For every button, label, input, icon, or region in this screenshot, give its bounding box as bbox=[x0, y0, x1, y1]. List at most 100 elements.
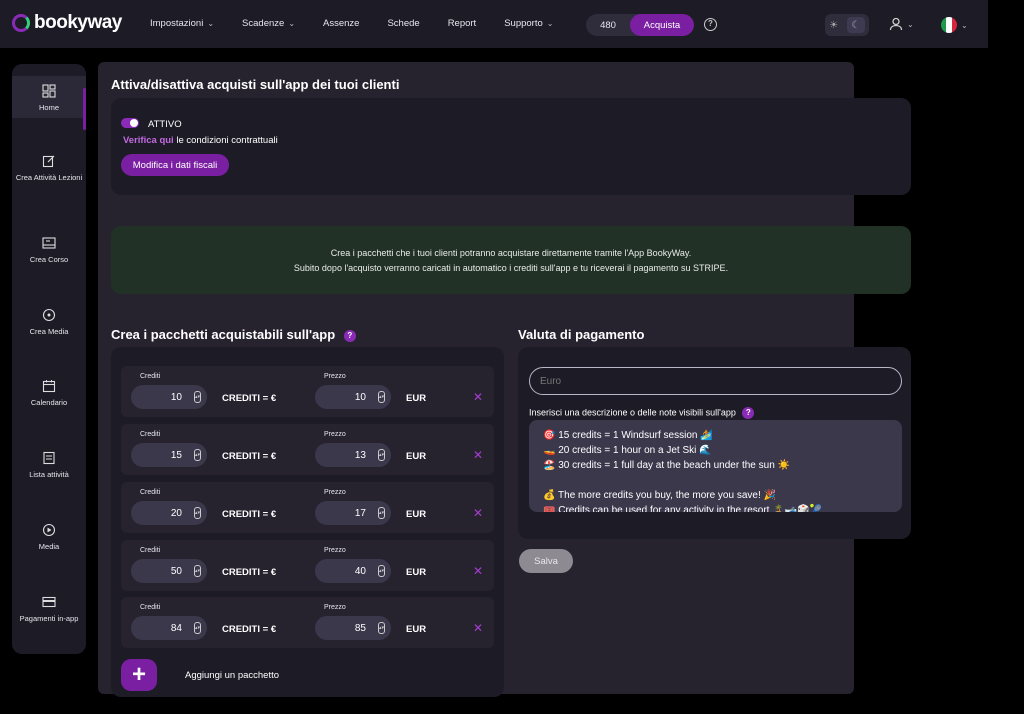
nav-label: Report bbox=[447, 18, 477, 29]
stepper-arrows-icon[interactable]: ▴▾ bbox=[194, 507, 201, 519]
purchase-toggle[interactable] bbox=[121, 118, 139, 128]
verify-link[interactable]: Verifica qui bbox=[123, 135, 174, 146]
credits-stepper[interactable]: 20 ▴▾ bbox=[131, 501, 207, 525]
credits-label: Crediti bbox=[140, 604, 161, 611]
chevron-down-icon: ⌄ bbox=[207, 19, 215, 28]
help-icon[interactable]: ? bbox=[742, 407, 755, 419]
stepper-arrows-icon[interactable]: ▴▾ bbox=[194, 449, 201, 461]
credits-unit: CREDITI = € bbox=[222, 509, 277, 520]
nav-item-scadenze[interactable]: Scadenze ⌄ bbox=[242, 18, 295, 29]
packages-title-text: Crea i pacchetti acquistabili sull'app bbox=[111, 327, 336, 342]
description-line bbox=[543, 473, 888, 488]
delete-package-icon[interactable]: ✕ bbox=[473, 448, 483, 462]
stepper-arrows-icon[interactable]: ▴▾ bbox=[194, 622, 201, 634]
credits-value: 20 bbox=[170, 507, 182, 519]
chevron-down-icon: ⌄ bbox=[546, 19, 554, 28]
credits-label: Crediti bbox=[140, 373, 161, 380]
sidebar: Home Crea Attività Lezioni Crea Corso Cr… bbox=[12, 64, 86, 654]
nav-item-report[interactable]: Report bbox=[448, 18, 477, 29]
sidebar-item-media[interactable]: Media bbox=[12, 523, 86, 552]
chevron-down-icon: ⌄ bbox=[288, 19, 296, 28]
stepper-arrows-icon[interactable]: ▴▾ bbox=[194, 391, 201, 403]
price-label: Prezzo bbox=[324, 547, 346, 554]
play-circle-icon bbox=[42, 523, 56, 537]
package-row: Crediti 50 ▴▾ CREDITI = € Prezzo 40 ▴▾ EUR ✕ bbox=[121, 540, 494, 591]
package-row: Crediti 15 ▴▾ CREDITI = € Prezzo 13 ▴▾ EUR ✕ bbox=[121, 424, 494, 475]
price-stepper[interactable]: 85 ▴▾ bbox=[315, 616, 391, 640]
description-label-text: Inserisci una descrizione o delle note v… bbox=[529, 407, 736, 418]
stepper-arrows-icon[interactable]: ▴▾ bbox=[194, 565, 201, 577]
info-banner: Crea i pacchetti che i tuoi clienti potr… bbox=[111, 226, 911, 294]
help-icon[interactable]: ? bbox=[704, 18, 717, 31]
credits-stepper[interactable]: 50 ▴▾ bbox=[131, 559, 207, 583]
stepper-arrows-icon[interactable]: ▴▾ bbox=[378, 507, 385, 519]
stepper-arrows-icon[interactable]: ▴▾ bbox=[378, 449, 385, 461]
delete-package-icon[interactable]: ✕ bbox=[473, 564, 483, 578]
sidebar-item-label: Home bbox=[38, 103, 59, 112]
add-package-button[interactable]: + bbox=[121, 659, 157, 691]
currency-unit: EUR bbox=[406, 393, 427, 404]
buy-credits-button[interactable]: Acquista bbox=[630, 14, 694, 36]
sidebar-item-pagamenti[interactable]: Pagamenti in-app bbox=[12, 595, 86, 624]
sidebar-item-lista-attivita[interactable]: Lista attività bbox=[12, 451, 86, 480]
stepper-arrows-icon[interactable]: ▴▾ bbox=[378, 391, 385, 403]
add-package-label: Aggiungi un pacchetto bbox=[185, 670, 280, 681]
plus-circle-icon bbox=[42, 308, 56, 322]
sun-icon[interactable]: ☀ bbox=[829, 20, 838, 31]
price-value: 10 bbox=[354, 391, 366, 403]
activation-card bbox=[111, 98, 911, 195]
nav-item-supporto[interactable]: Supporto ⌄ bbox=[504, 18, 553, 29]
activation-title: Attiva/disattiva acquisti sull'app dei t… bbox=[111, 77, 400, 92]
price-value: 85 bbox=[354, 622, 366, 634]
sidebar-item-calendario[interactable]: Calendario bbox=[12, 379, 86, 408]
price-stepper[interactable]: 13 ▴▾ bbox=[315, 443, 391, 467]
nav-item-assenze[interactable]: Assenze bbox=[323, 18, 359, 29]
sidebar-item-crea-media[interactable]: Crea Media bbox=[12, 308, 86, 337]
price-value: 40 bbox=[354, 565, 366, 577]
sidebar-item-label: Crea Media bbox=[29, 327, 69, 336]
edit-icon bbox=[42, 155, 55, 168]
description-line: 🎯 15 credits = 1 Windsurf session 🏄 bbox=[543, 430, 713, 441]
calendar-icon bbox=[42, 380, 56, 393]
credits-stepper[interactable]: 15 ▴▾ bbox=[131, 443, 207, 467]
stepper-arrows-icon[interactable]: ▴▾ bbox=[378, 622, 385, 634]
delete-package-icon[interactable]: ✕ bbox=[473, 390, 483, 404]
credits-stepper[interactable]: 84 ▴▾ bbox=[131, 616, 207, 640]
price-stepper[interactable]: 40 ▴▾ bbox=[315, 559, 391, 583]
user-menu[interactable]: ⌄ bbox=[889, 17, 914, 31]
stepper-arrows-icon[interactable]: ▴▾ bbox=[378, 565, 385, 577]
sidebar-item-crea-attivita[interactable]: Crea Attività Lezioni bbox=[12, 154, 86, 183]
credits-unit: CREDITI = € bbox=[222, 567, 277, 578]
edit-tax-data-button[interactable]: Modifica i dati fiscali bbox=[121, 154, 229, 176]
price-stepper[interactable]: 17 ▴▾ bbox=[315, 501, 391, 525]
sidebar-item-crea-corso[interactable]: Crea Corso bbox=[12, 236, 86, 265]
description-line: 🏖️ 30 credits = 1 full day at the beach … bbox=[543, 460, 790, 471]
price-stepper[interactable]: 10 ▴▾ bbox=[315, 385, 391, 409]
chevron-down-icon: ⌄ bbox=[961, 20, 968, 30]
currency-unit: EUR bbox=[406, 624, 427, 635]
language-menu[interactable]: ⌄ bbox=[941, 17, 968, 33]
nav-item-schede[interactable]: Schede bbox=[387, 18, 419, 29]
credits-stepper[interactable]: 10 ▴▾ bbox=[131, 385, 207, 409]
price-label: Prezzo bbox=[324, 373, 346, 380]
delete-package-icon[interactable]: ✕ bbox=[473, 506, 483, 520]
description-textarea[interactable]: 🎯 15 credits = 1 Windsurf session 🏄 🚤 20… bbox=[529, 420, 902, 512]
sidebar-item-home[interactable]: Home bbox=[12, 76, 86, 130]
calendar-board-icon bbox=[42, 237, 56, 249]
nav-item-impostazioni[interactable]: Impostazioni ⌄ bbox=[150, 18, 214, 29]
nav-label: Supporto bbox=[504, 18, 543, 29]
logo[interactable]: bookyway bbox=[12, 12, 122, 34]
delete-package-icon[interactable]: ✕ bbox=[473, 621, 483, 635]
contract-conditions: Verifica qui le condizioni contrattuali bbox=[123, 135, 278, 146]
nav-label: Schede bbox=[387, 18, 420, 29]
sidebar-item-label: Crea Corso bbox=[29, 255, 69, 264]
save-button[interactable]: Salva bbox=[519, 549, 573, 573]
theme-toggle[interactable]: ☀ ☾ bbox=[825, 14, 869, 36]
moon-icon[interactable]: ☾ bbox=[846, 17, 865, 33]
contract-text: le condizioni contrattuali bbox=[173, 135, 278, 146]
credits-count: 480 bbox=[600, 19, 616, 31]
nav-label: Scadenze bbox=[242, 18, 285, 29]
price-label: Prezzo bbox=[324, 604, 346, 611]
currency-input[interactable] bbox=[529, 367, 902, 395]
help-icon[interactable]: ? bbox=[343, 329, 356, 342]
